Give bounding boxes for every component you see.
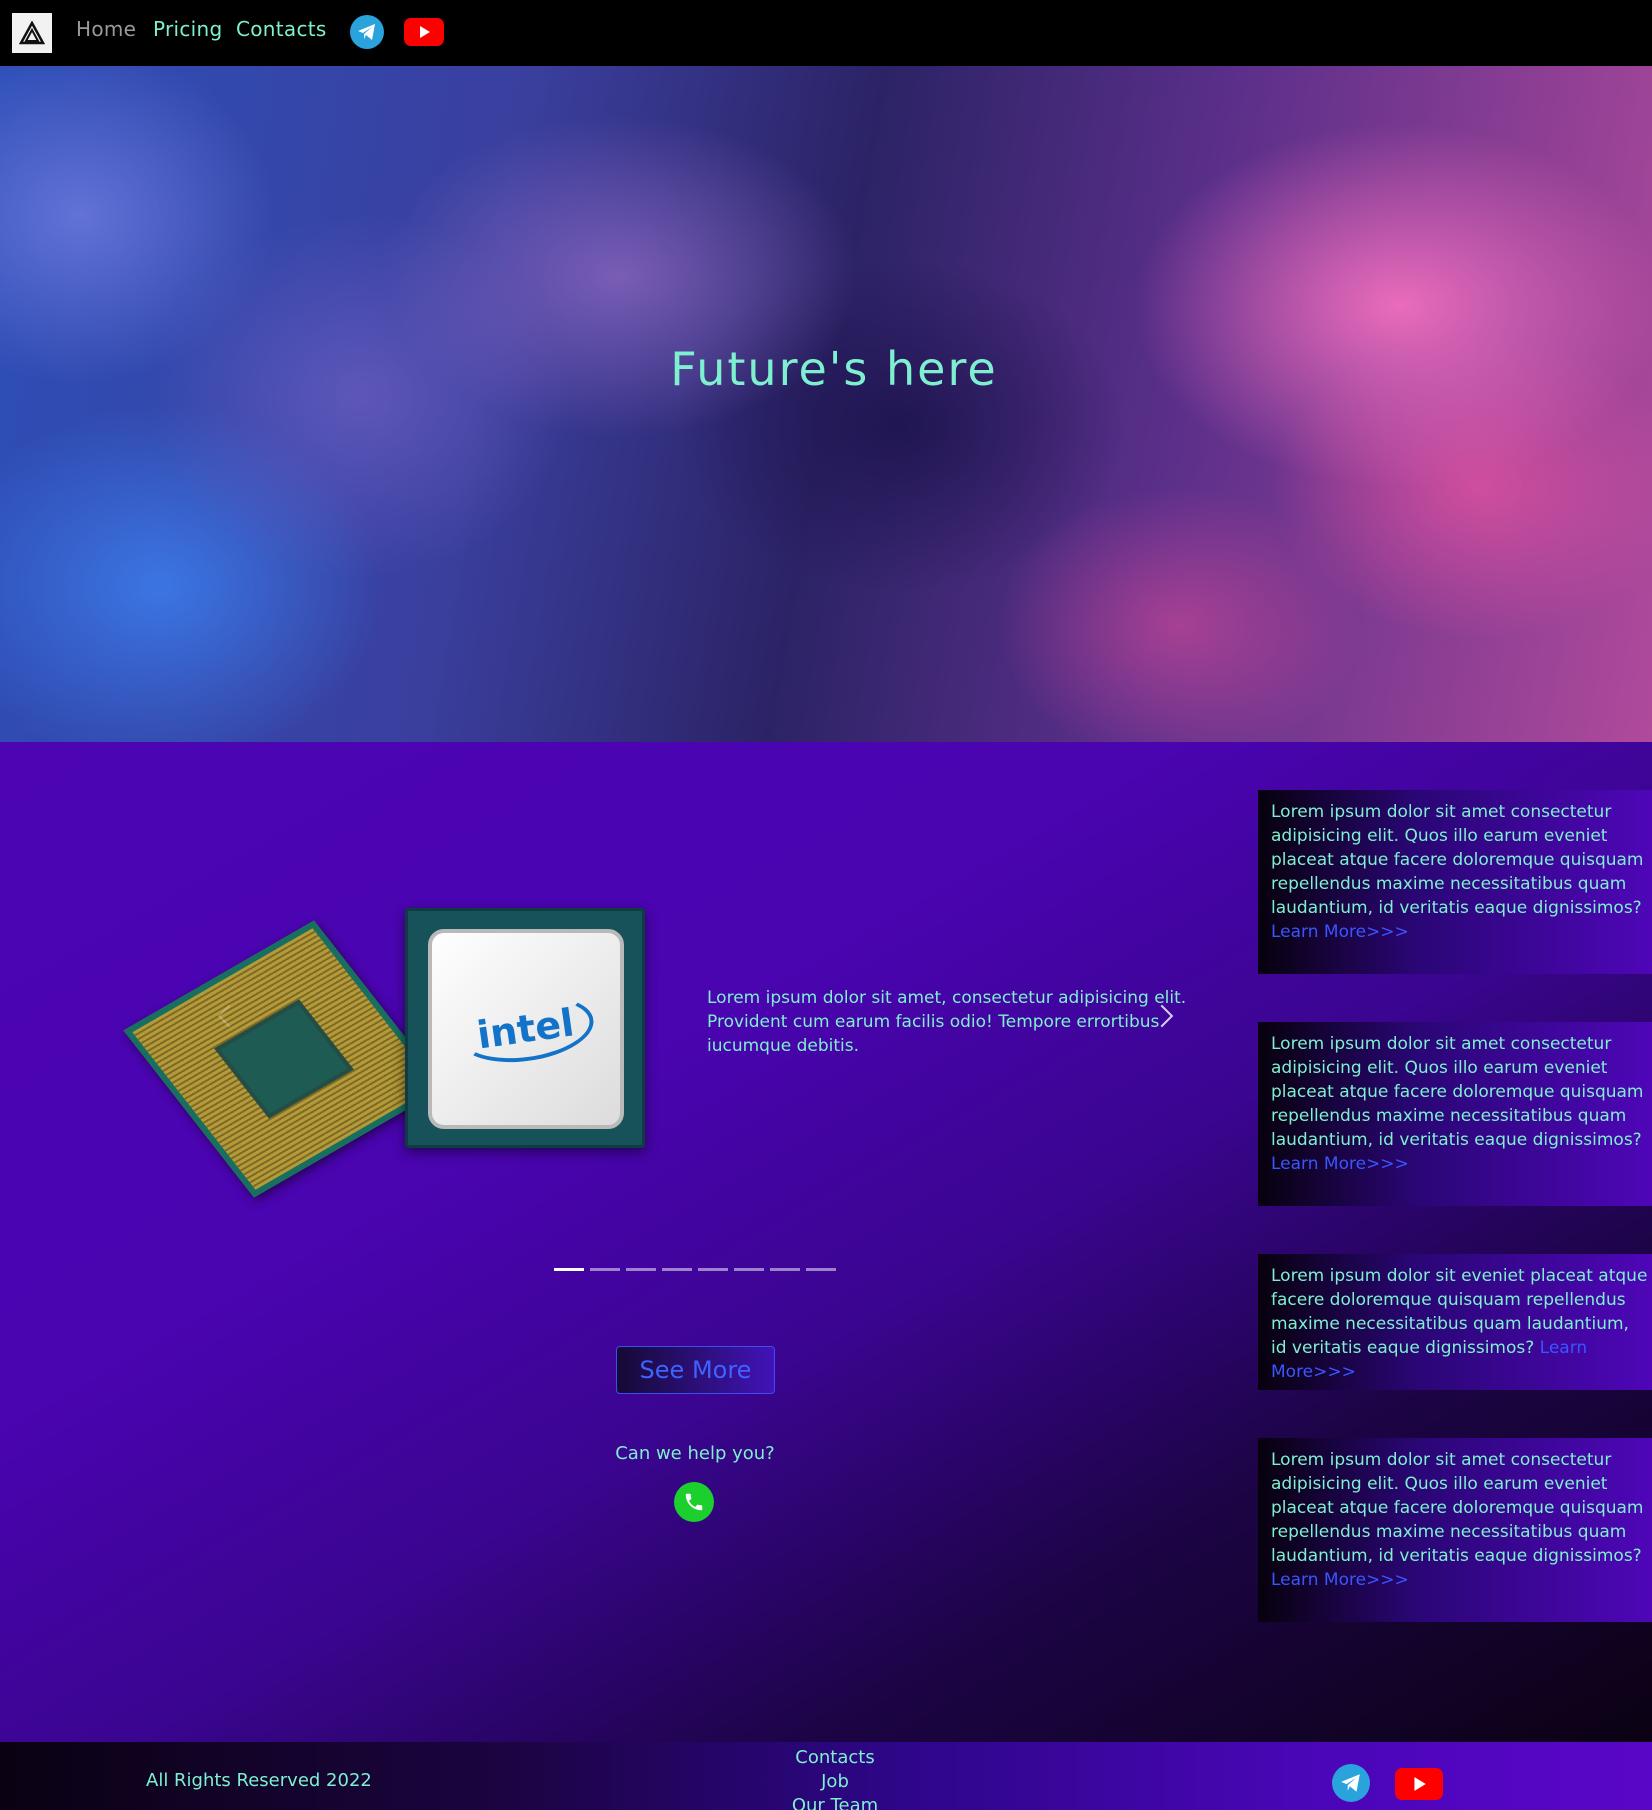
hero-banner: Future's here [0,66,1652,742]
footer-contacts-link[interactable]: Contacts [760,1746,910,1770]
top-navbar: Home Pricing Contacts [0,0,1652,66]
carousel-indicator[interactable] [626,1268,656,1271]
intel-logo: intel [453,987,599,1071]
telegram-icon[interactable] [350,15,384,49]
cpu-heat-spreader: intel [428,929,624,1129]
learn-more-link[interactable]: Learn More>>> [1271,1570,1409,1590]
carousel-indicator[interactable] [806,1268,836,1271]
logo-icon[interactable] [12,13,52,53]
carousel-indicator[interactable] [734,1268,764,1271]
footer-job-link[interactable]: Job [760,1770,910,1794]
carousel-indicator[interactable] [662,1268,692,1271]
info-card: Lorem ipsum dolor sit eveniet placeat at… [1258,1254,1652,1390]
product-carousel: intel Lorem ipsum dolor sit amet, consec… [123,790,1190,1230]
page-footer: All Rights Reserved 2022 Contacts Job Ou… [0,1742,1652,1810]
info-card: Lorem ipsum dolor sit amet consectetur a… [1258,1438,1652,1622]
nav-contacts-link[interactable]: Contacts [236,17,327,41]
hero-title: Future's here [670,342,998,396]
footer-copyright: All Rights Reserved 2022 [146,1770,372,1791]
carousel-indicator[interactable] [590,1268,620,1271]
info-card-text: Lorem ipsum dolor sit amet consectetur a… [1271,1450,1644,1566]
carousel-indicator[interactable] [698,1268,728,1271]
info-card-text: Lorem ipsum dolor sit amet consectetur a… [1271,802,1644,918]
telegram-icon[interactable] [1332,1764,1370,1802]
nav-home-link[interactable]: Home [76,17,136,41]
learn-more-link[interactable]: Learn More>>> [1271,922,1409,942]
info-card-text: Lorem ipsum dolor sit amet consectetur a… [1271,1034,1644,1150]
carousel-indicator[interactable] [770,1268,800,1271]
carousel-indicators [554,1268,844,1272]
help-prompt: Can we help you? [615,1443,775,1464]
nav-pricing-link[interactable]: Pricing [153,17,223,41]
cpu-back-image [123,920,445,1198]
carousel-caption: Lorem ipsum dolor sit amet, consectetur … [707,988,1187,1056]
info-card: Lorem ipsum dolor sit amet consectetur a… [1258,1022,1652,1206]
cpu-front-image: intel [405,908,645,1148]
footer-links: Contacts Job Our Team [760,1746,910,1810]
learn-more-link[interactable]: Learn More>>> [1271,1154,1409,1174]
youtube-icon[interactable] [1395,1768,1443,1800]
info-card-text: Lorem ipsum dolor sit eveniet placeat at… [1271,1266,1648,1358]
youtube-icon[interactable] [404,18,444,46]
phone-icon[interactable] [674,1482,714,1522]
carousel-indicator[interactable] [554,1268,584,1271]
info-card: Lorem ipsum dolor sit amet consectetur a… [1258,790,1652,974]
see-more-button[interactable]: See More [616,1346,775,1394]
footer-team-link[interactable]: Our Team [760,1794,910,1810]
